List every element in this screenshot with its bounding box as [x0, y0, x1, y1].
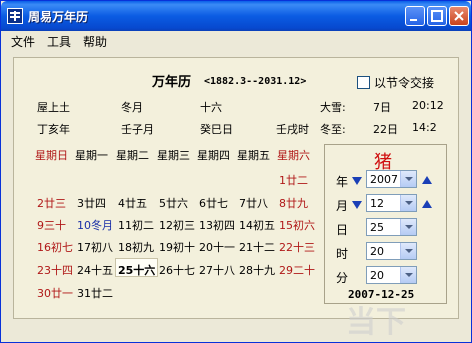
ganzhi-year: 丁亥年 [37, 123, 70, 136]
chevron-down-icon[interactable] [400, 195, 416, 211]
window-title: 周易万年历 [28, 10, 89, 24]
solar-term-2-day: 22日 [373, 123, 398, 136]
calendar-day[interactable]: 9三十 [37, 217, 77, 233]
calendar-day[interactable]: 6廿七 [199, 195, 239, 211]
calendar-day[interactable]: 3廿四 [77, 195, 117, 211]
nayin: 屋上土 [37, 101, 70, 114]
calendar-day[interactable]: 15初六 [279, 217, 319, 233]
ganzhi-hour: 壬戌时 [276, 123, 309, 136]
calendar-day[interactable]: 22十三 [279, 239, 319, 255]
calendar-day[interactable]: 17初八 [77, 239, 117, 255]
maximize-icon [431, 10, 443, 22]
title-bar[interactable]: 周易万年历 [1, 1, 471, 31]
chevron-down-icon[interactable] [400, 267, 416, 283]
calendar-day[interactable]: 13初四 [199, 217, 239, 233]
calendar-day[interactable]: 16初七 [37, 239, 77, 255]
calendar-day[interactable]: 24十五 [77, 262, 117, 278]
day-select[interactable]: 25 [366, 218, 417, 236]
minute-label: 分 [336, 271, 349, 285]
day-label: 日 [336, 223, 349, 237]
weekday-4: 星期四 [197, 149, 230, 162]
menu-tools[interactable]: 工具 [47, 33, 71, 50]
solar-term-1-label: 大雪: [320, 101, 346, 114]
close-icon [454, 11, 464, 21]
calendar-day[interactable]: 19初十 [159, 239, 199, 255]
main-window: 周易万年历 文件 工具 帮助 万年历 <1882.3--2031.12> 以节令… [0, 0, 472, 343]
jieqi-checkbox[interactable] [357, 76, 370, 89]
month-decrement-icon[interactable] [352, 201, 362, 209]
solar-term-1-time: 20:12 [412, 99, 444, 112]
calendar-day[interactable]: 8廿九 [279, 195, 319, 211]
close-button[interactable] [449, 6, 469, 26]
weekday-6: 星期六 [277, 149, 310, 162]
solar-term-1-day: 7日 [373, 101, 391, 114]
menu-bar: 文件 工具 帮助 [1, 31, 471, 50]
calendar-day[interactable]: 10冬月 [77, 217, 117, 233]
menu-file[interactable]: 文件 [11, 33, 35, 50]
calendar-day[interactable]: 18初九 [118, 239, 158, 255]
chevron-down-icon[interactable] [400, 219, 416, 235]
chevron-down-icon[interactable] [400, 171, 416, 187]
solar-term-2-time: 14:2 [412, 121, 437, 134]
calendar-day[interactable]: 21十二 [239, 239, 279, 255]
calendar-day[interactable]: 26十七 [159, 262, 199, 278]
weekday-0: 星期日 [35, 149, 68, 162]
calendar-day[interactable]: 30廿一 [37, 285, 77, 301]
maximize-button[interactable] [427, 6, 447, 26]
month-label: 月 [336, 199, 349, 213]
minimize-icon [410, 19, 417, 21]
calendar-day[interactable]: 2廿三 [37, 195, 77, 211]
hour-select[interactable]: 20 [366, 242, 417, 260]
app-icon [7, 8, 23, 24]
date-range: <1882.3--2031.12> [204, 76, 307, 87]
calendar-day[interactable]: 5廿六 [159, 195, 199, 211]
calendar-day[interactable]: 4廿五 [118, 195, 158, 211]
weekday-3: 星期三 [157, 149, 190, 162]
lunar-day: 十六 [200, 101, 222, 114]
calendar-day[interactable]: 11初二 [118, 217, 158, 233]
month-increment-icon[interactable] [422, 200, 432, 208]
year-label: 年 [336, 175, 349, 189]
calendar-day[interactable]: 23十四 [37, 262, 77, 278]
calendar-day[interactable]: 12初三 [159, 217, 199, 233]
page-title: 万年历 [152, 75, 192, 90]
menu-help[interactable]: 帮助 [83, 33, 107, 50]
weekday-2: 星期二 [116, 149, 149, 162]
minimize-button[interactable] [405, 6, 425, 26]
year-increment-icon[interactable] [422, 176, 432, 184]
jieqi-checkbox-label: 以节令交接 [374, 76, 435, 90]
chevron-down-icon[interactable] [400, 243, 416, 259]
ganzhi-month: 壬子月 [121, 123, 154, 136]
calendar-day[interactable]: 27十八 [199, 262, 239, 278]
calendar-panel: 万年历 <1882.3--2031.12> 以节令交接 屋上土 冬月 十六 大雪… [13, 57, 459, 319]
calendar-day[interactable]: 14初五 [239, 217, 279, 233]
hour-label: 时 [336, 247, 349, 261]
weekday-1: 星期一 [75, 149, 108, 162]
watermark-logo: 当下 [346, 305, 406, 340]
calendar-day[interactable]: 31廿二 [77, 285, 117, 301]
month-select[interactable]: 12 [366, 194, 417, 212]
calendar-day[interactable]: 25十六 [118, 262, 158, 278]
minute-select[interactable]: 20 [366, 266, 417, 284]
calendar-day[interactable]: 1廿二 [279, 172, 319, 188]
calendar-day[interactable]: 7廿八 [239, 195, 279, 211]
weekday-5: 星期五 [237, 149, 270, 162]
year-select[interactable]: 2007 [366, 170, 417, 188]
date-picker-panel: 猪 年 2007 月 12 日 25 时 20 分 20 2007-12-25 [324, 144, 447, 304]
year-decrement-icon[interactable] [352, 177, 362, 185]
calendar-day[interactable]: 20十一 [199, 239, 239, 255]
calendar-day[interactable]: 29二十 [279, 262, 319, 278]
lunar-month: 冬月 [121, 101, 143, 114]
solar-term-2-label: 冬至: [320, 123, 346, 136]
ganzhi-day: 癸巳日 [200, 123, 233, 136]
calendar-day[interactable]: 28十九 [239, 262, 279, 278]
